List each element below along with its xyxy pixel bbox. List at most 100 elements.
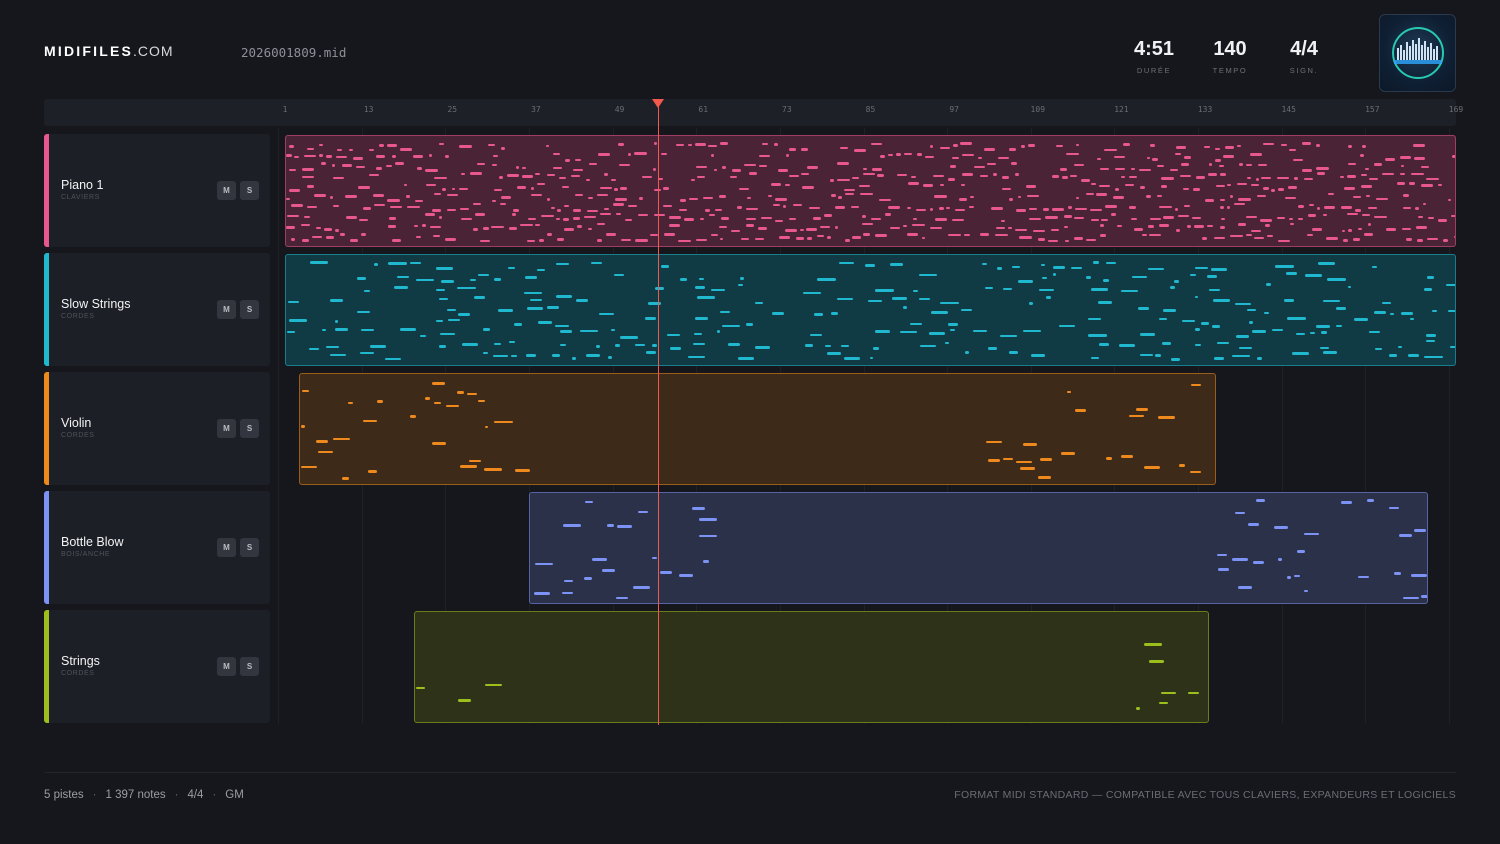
midi-note: [653, 213, 666, 217]
midi-note: [859, 184, 871, 188]
playhead[interactable]: [657, 100, 660, 725]
midi-note: [547, 233, 553, 236]
midi-note: [1324, 206, 1336, 209]
midi-note: [880, 155, 885, 158]
cover-art[interactable]: [1379, 14, 1456, 92]
midi-clip[interactable]: [298, 373, 1216, 485]
midi-note: [1160, 691, 1177, 695]
midi-note: [319, 143, 323, 147]
midi-note: [1348, 285, 1352, 289]
midi-note: [377, 400, 383, 403]
midi-note: [639, 197, 644, 200]
file-name: 2026001809.mid: [241, 45, 347, 60]
midi-note: [835, 206, 846, 209]
mute-button[interactable]: M: [217, 300, 236, 319]
midi-note: [978, 156, 982, 160]
midi-note: [1315, 144, 1321, 147]
midi-note: [952, 144, 958, 147]
midi-note: [792, 203, 802, 207]
midi-note: [1385, 158, 1396, 161]
midi-note: [498, 176, 504, 179]
midi-note: [345, 195, 358, 198]
midi-note: [844, 188, 855, 192]
midi-note: [1323, 351, 1337, 354]
midi-note: [1253, 561, 1264, 564]
mute-button[interactable]: M: [217, 538, 236, 557]
midi-note: [555, 324, 570, 328]
midi-note: [587, 209, 598, 213]
track-header[interactable]: Piano 1 CLAVIERS M S: [44, 134, 270, 247]
track-header[interactable]: Bottle Blow BOIS/ANCHE M S: [44, 491, 270, 604]
midi-note: [1437, 219, 1447, 222]
solo-button[interactable]: S: [240, 419, 259, 438]
midi-note: [588, 227, 593, 230]
mute-button[interactable]: M: [217, 181, 236, 200]
midi-note: [694, 286, 706, 289]
midi-note: [1149, 217, 1161, 221]
midi-note: [669, 347, 681, 350]
midi-note: [349, 239, 358, 242]
midi-note: [1062, 176, 1068, 179]
midi-note: [1059, 168, 1068, 171]
midi-note: [1352, 238, 1360, 241]
midi-note: [457, 286, 477, 290]
solo-button[interactable]: S: [240, 657, 259, 676]
midi-note: [885, 213, 891, 216]
midi-note: [888, 206, 901, 209]
solo-button[interactable]: S: [240, 300, 259, 319]
midi-clip[interactable]: [285, 254, 1456, 366]
solo-button[interactable]: S: [240, 538, 259, 557]
midi-note: [1215, 159, 1221, 162]
midi-note: [521, 166, 527, 170]
midi-note: [1447, 198, 1452, 202]
timeline-ruler[interactable]: 1 13 25 37 49 61 73 85 97 109 121 133 145 157 169: [44, 99, 1463, 126]
midi-clip[interactable]: [413, 611, 1209, 723]
midi-clip[interactable]: [528, 492, 1429, 604]
midi-note: [438, 216, 443, 219]
midi-note: [1295, 332, 1305, 336]
midi-note: [331, 164, 335, 167]
midi-note: [961, 308, 972, 312]
midi-note: [564, 204, 570, 208]
midi-note: [1369, 330, 1381, 334]
mute-button[interactable]: M: [217, 419, 236, 438]
midi-note: [1366, 499, 1374, 502]
midi-note: [429, 225, 441, 229]
midi-note: [335, 229, 339, 232]
midi-note: [924, 155, 934, 159]
midi-note: [439, 142, 445, 146]
midi-note: [1195, 266, 1208, 270]
midi-clip[interactable]: [285, 135, 1456, 247]
midi-note: [786, 154, 790, 157]
track-color-stripe: [44, 610, 49, 723]
midi-note: [1216, 341, 1230, 345]
mute-button[interactable]: M: [217, 657, 236, 676]
midi-note: [840, 146, 848, 150]
track-category: BOIS/ANCHE: [61, 551, 111, 558]
midi-note: [436, 288, 445, 292]
midi-note: [987, 347, 997, 350]
midi-note: [373, 203, 386, 207]
solo-button[interactable]: S: [240, 181, 259, 200]
site-logo[interactable]: MIDIFILES.COM: [44, 43, 174, 59]
midi-note: [1106, 261, 1117, 265]
midi-note: [739, 277, 745, 280]
midi-note: [493, 188, 502, 192]
midi-note: [584, 577, 593, 580]
track-header[interactable]: Slow Strings CORDES M S: [44, 253, 270, 366]
midi-note: [1124, 183, 1135, 187]
midi-note: [1148, 267, 1165, 271]
midi-note: [530, 187, 535, 190]
track-header[interactable]: Strings CORDES M S: [44, 610, 270, 723]
midi-note: [289, 189, 301, 192]
midi-note: [1179, 174, 1192, 178]
midi-note: [872, 168, 883, 171]
track-header[interactable]: Violin CORDES M S: [44, 372, 270, 485]
midi-note: [1206, 224, 1214, 228]
midi-note: [1247, 176, 1251, 180]
midi-note: [679, 574, 693, 577]
midi-note: [1437, 183, 1442, 187]
midi-note: [448, 318, 461, 322]
midi-note: [1039, 288, 1054, 292]
midi-note: [1074, 409, 1087, 412]
